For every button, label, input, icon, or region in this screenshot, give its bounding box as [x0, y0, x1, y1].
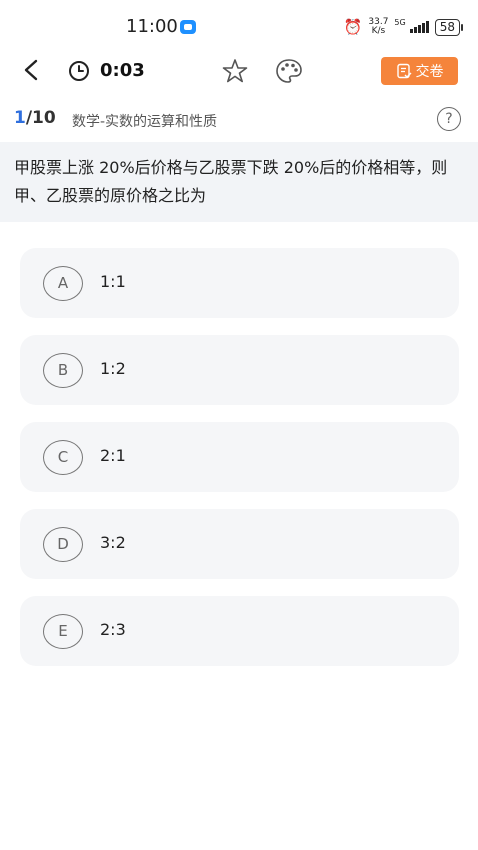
option-text: 1:1	[100, 272, 126, 291]
clock-icon	[69, 61, 89, 81]
question-category: 数学-实数的运算和性质	[72, 114, 218, 130]
status-indicators: ⏰ 33.7 K/s 5G 58	[343, 16, 464, 38]
question-total: /10	[25, 108, 56, 128]
question-current: 1	[14, 108, 26, 128]
option-text: 2:1	[100, 446, 126, 465]
help-icon[interactable]: ?	[437, 107, 461, 131]
back-arrow-icon[interactable]	[20, 58, 44, 82]
option-e[interactable]: E 2:3	[20, 596, 459, 666]
submit-label: 交卷	[415, 64, 444, 80]
option-letter: B	[43, 353, 83, 388]
battery-level: 58	[434, 18, 464, 36]
question-header: 1/10 数学-实数的运算和性质 ?	[0, 100, 478, 140]
question-progress: 1/10	[14, 108, 56, 128]
alarm-icon: ⏰	[343, 18, 363, 36]
status-time: 11:00	[126, 16, 178, 37]
option-letter: C	[43, 440, 83, 475]
network-speed: 33.7 K/s	[368, 18, 388, 36]
palette-icon[interactable]	[275, 58, 303, 84]
option-text: 1:2	[100, 359, 126, 378]
option-c[interactable]: C 2:1	[20, 422, 459, 492]
option-text: 2:3	[100, 620, 126, 639]
favorite-star-icon[interactable]	[222, 58, 248, 84]
question-panel: 甲股票上涨 20%后价格与乙股票下跌 20%后的价格相等，则甲、乙股票的原价格之…	[0, 142, 478, 222]
submit-exam-button[interactable]: 交卷	[381, 57, 458, 85]
signal-icon	[409, 21, 429, 33]
option-letter: D	[43, 527, 83, 562]
question-text: 甲股票上涨 20%后价格与乙股票下跌 20%后的价格相等，则甲、乙股票的原价格之…	[14, 158, 448, 205]
top-toolbar: 0:03 交卷	[0, 50, 478, 92]
option-letter: A	[43, 266, 83, 301]
option-d[interactable]: D 3:2	[20, 509, 459, 579]
option-text: 3:2	[100, 533, 126, 552]
network-type: 5G	[394, 17, 406, 27]
message-notification-icon	[180, 20, 196, 34]
submit-document-icon	[396, 63, 411, 79]
elapsed-timer: 0:03	[100, 60, 145, 81]
option-b[interactable]: B 1:2	[20, 335, 459, 405]
option-a[interactable]: A 1:1	[20, 248, 459, 318]
network-speed-unit: K/s	[371, 26, 386, 36]
status-bar: 11:00 ⏰ 33.7 K/s 5G 58	[0, 0, 478, 50]
option-letter: E	[43, 614, 83, 649]
